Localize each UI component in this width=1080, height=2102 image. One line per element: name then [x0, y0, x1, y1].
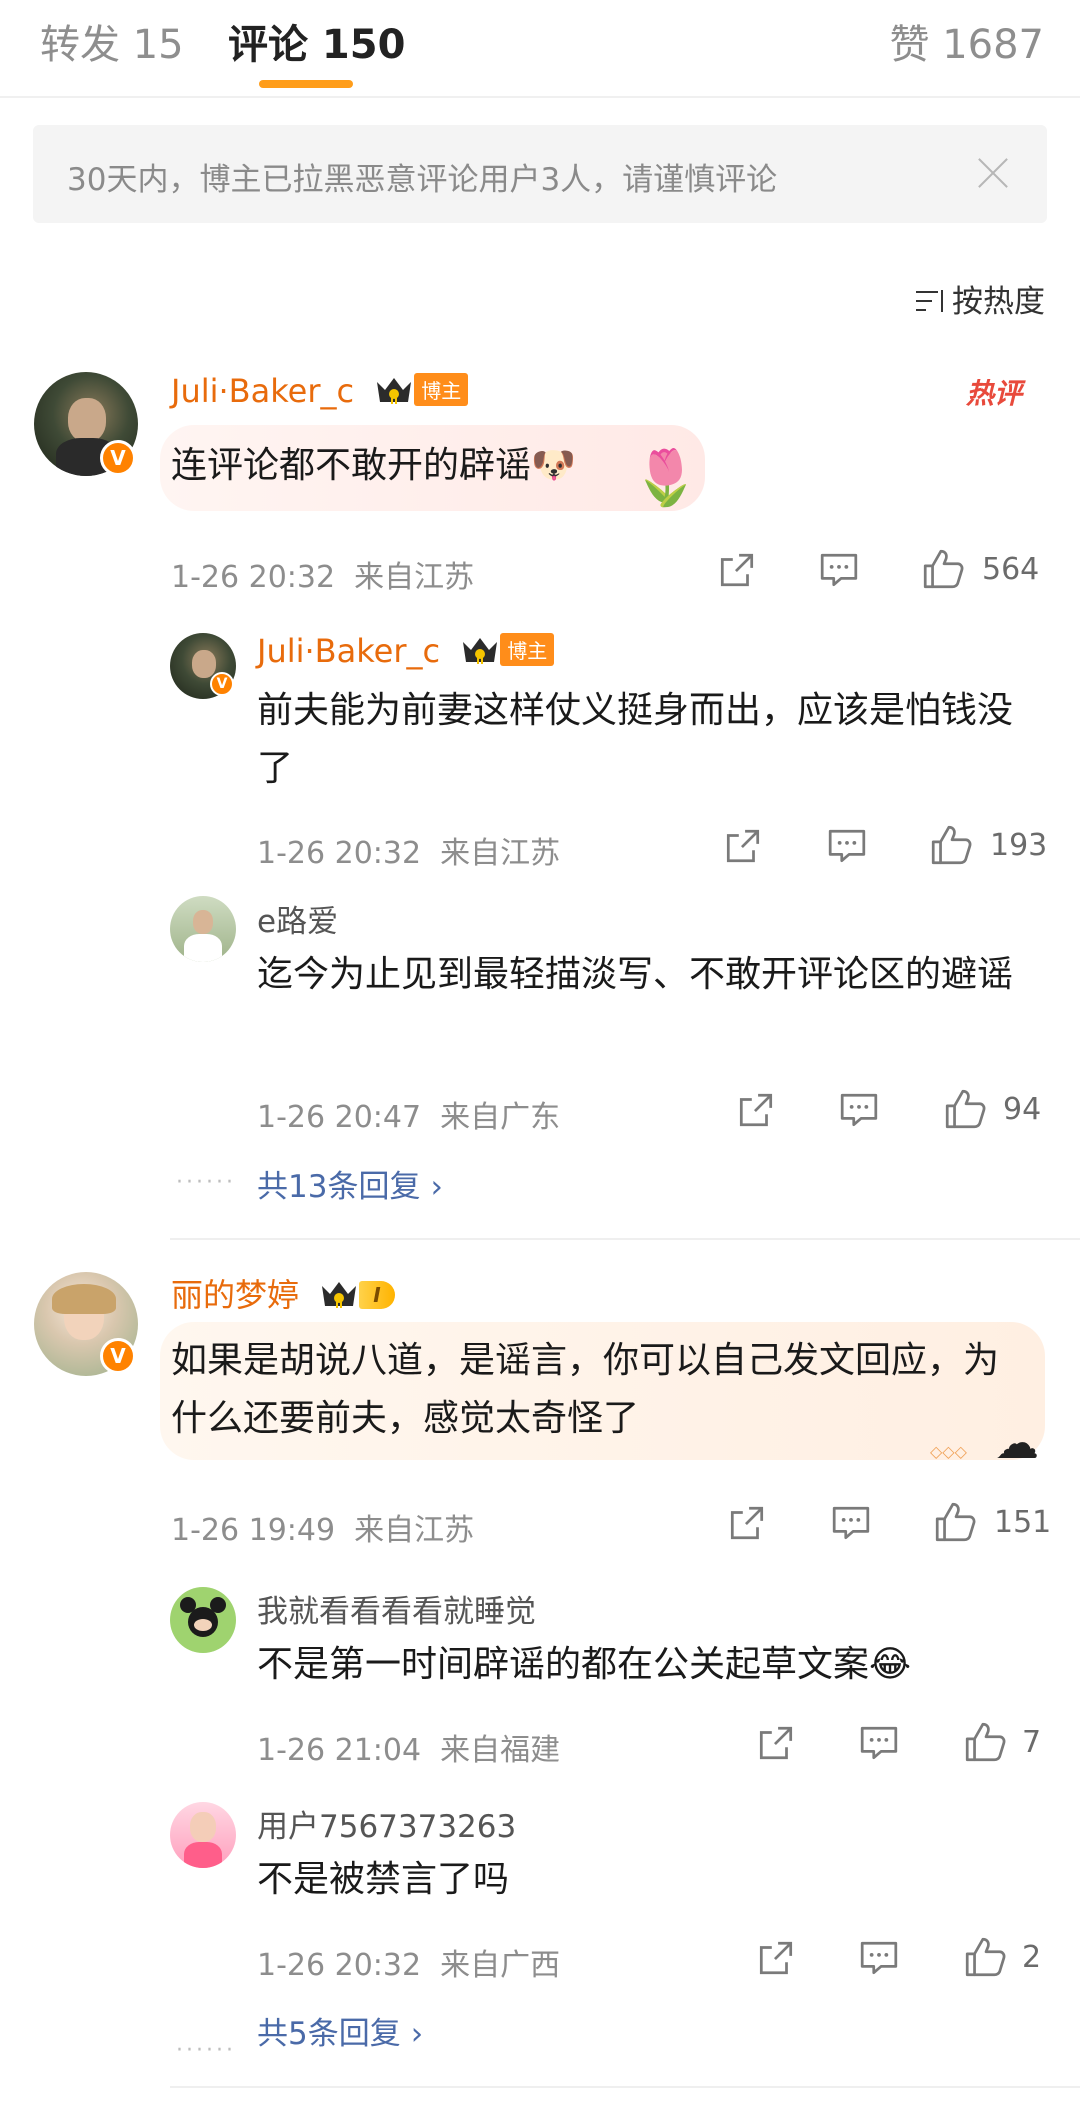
- reply-text: 迄今为止见到最轻描淡写、不敢开评论区的避谣: [257, 954, 1014, 995]
- notice-text: 30天内，博主已拉黑恶意评论用户3人，请谨慎评论: [67, 162, 778, 198]
- reply-text: 不是被禁言了吗: [257, 1859, 510, 1900]
- avatar[interactable]: [170, 1587, 236, 1653]
- commenter-name[interactable]: Juli·Baker_c 博主: [171, 372, 469, 410]
- like-icon[interactable]: [942, 1086, 988, 1132]
- fan-level-badge: I: [359, 1281, 395, 1309]
- share-icon[interactable]: [735, 1089, 777, 1131]
- like-count: 2: [1022, 1940, 1042, 1975]
- reply-name[interactable]: Juli·Baker_c 博主: [257, 632, 555, 670]
- avatar[interactable]: [170, 896, 236, 962]
- comment-meta: 1-26 19:49 来自江苏: [171, 1513, 475, 1548]
- commenter-name[interactable]: 丽的梦婷 I: [171, 1270, 395, 1316]
- like-icon[interactable]: [928, 822, 974, 868]
- reply-meta: 1-26 20:47 来自广东: [257, 1100, 561, 1135]
- share-icon[interactable]: [755, 1937, 797, 1979]
- chevron-right-icon: ›: [430, 1169, 443, 1205]
- active-tab-indicator: [259, 80, 353, 88]
- divider: [170, 2086, 1080, 2088]
- author-tag: 博主: [414, 373, 469, 406]
- sort-by-heat-button[interactable]: 按热度: [916, 276, 1045, 321]
- like-icon[interactable]: [962, 1934, 1008, 1980]
- laughing-tears-emoji-icon: 😂: [869, 1644, 912, 1685]
- share-icon[interactable]: [726, 1502, 768, 1544]
- dots-decoration: ······: [176, 2038, 236, 2063]
- blocklist-notice: 30天内，博主已拉黑恶意评论用户3人，请谨慎评论: [33, 125, 1047, 223]
- chevron-right-icon: ›: [410, 2016, 424, 2052]
- reply-icon[interactable]: [826, 825, 868, 867]
- dots-decoration: ······: [176, 1170, 236, 1195]
- sparkle-decoration: ◇◇◇: [930, 1442, 967, 1461]
- tab-comments[interactable]: 评论 150: [228, 12, 405, 70]
- crown-icon: [319, 1278, 359, 1310]
- reply-icon[interactable]: [838, 1089, 880, 1131]
- avatar[interactable]: [170, 1802, 236, 1868]
- view-more-replies-button[interactable]: 共13条回复 ›: [257, 1161, 443, 1206]
- like-count: 7: [1022, 1725, 1042, 1760]
- reply-icon[interactable]: [858, 1722, 900, 1764]
- share-icon[interactable]: [722, 825, 764, 867]
- hot-comment-badge: 热评: [966, 377, 1023, 410]
- sort-label: 按热度: [952, 284, 1045, 320]
- share-icon[interactable]: [716, 549, 758, 591]
- like-count: 564: [982, 552, 1040, 587]
- reply-icon[interactable]: [858, 1937, 900, 1979]
- share-icon[interactable]: [755, 1722, 797, 1764]
- like-icon[interactable]: [920, 546, 966, 592]
- tab-repost[interactable]: 转发 15: [40, 12, 184, 70]
- comment-text: 连评论都不敢开的辟谣🐶: [171, 445, 576, 486]
- reply-text: 前夫能为前妻这样仗义挺身而出，应该是怕钱没了: [257, 690, 1014, 789]
- dog-emoji-icon: 🐶: [531, 445, 576, 486]
- crown-icon: [374, 374, 414, 406]
- cloud-sticker-icon: ☁: [995, 1418, 1039, 1469]
- reply-name[interactable]: 我就看看看看就睡觉: [257, 1586, 536, 1631]
- tab-bar: 转发 15 评论 150 赞 1687: [0, 0, 1080, 98]
- like-count: 94: [1003, 1092, 1042, 1127]
- verified-badge-icon: V: [210, 672, 234, 696]
- comment-meta: 1-26 20:32 来自江苏: [171, 560, 475, 595]
- crown-icon: [460, 634, 500, 666]
- reply-text: 不是第一时间辟谣的都在公关起草文案😂: [257, 1644, 912, 1685]
- reply-meta: 1-26 21:04 来自福建: [257, 1733, 561, 1768]
- view-more-replies-button[interactable]: 共5条回复 ›: [257, 2008, 423, 2053]
- like-count: 193: [990, 828, 1048, 863]
- divider: [170, 1238, 1080, 1240]
- reply-meta: 1-26 20:32 来自广西: [257, 1948, 561, 1983]
- tulip-sticker-icon: 🌷: [632, 446, 700, 509]
- reply-icon[interactable]: [818, 549, 860, 591]
- author-tag: 博主: [500, 633, 555, 666]
- like-count: 151: [994, 1505, 1052, 1540]
- comment-text: 如果是胡说八道，是谣言，你可以自己发文回应，为什么还要前夫，感觉太奇怪了: [171, 1340, 1000, 1439]
- like-icon[interactable]: [932, 1499, 978, 1545]
- sort-icon: [916, 288, 946, 314]
- verified-badge-icon: V: [100, 440, 136, 476]
- verified-badge-icon: V: [100, 1338, 136, 1374]
- tab-likes[interactable]: 赞 1687: [889, 12, 1044, 70]
- like-icon[interactable]: [962, 1719, 1008, 1765]
- reply-icon[interactable]: [830, 1502, 872, 1544]
- close-icon[interactable]: [973, 147, 1013, 199]
- reply-name[interactable]: e路爱: [257, 896, 338, 941]
- reply-name[interactable]: 用户7567373263: [257, 1801, 516, 1846]
- reply-meta: 1-26 20:32 来自江苏: [257, 836, 561, 871]
